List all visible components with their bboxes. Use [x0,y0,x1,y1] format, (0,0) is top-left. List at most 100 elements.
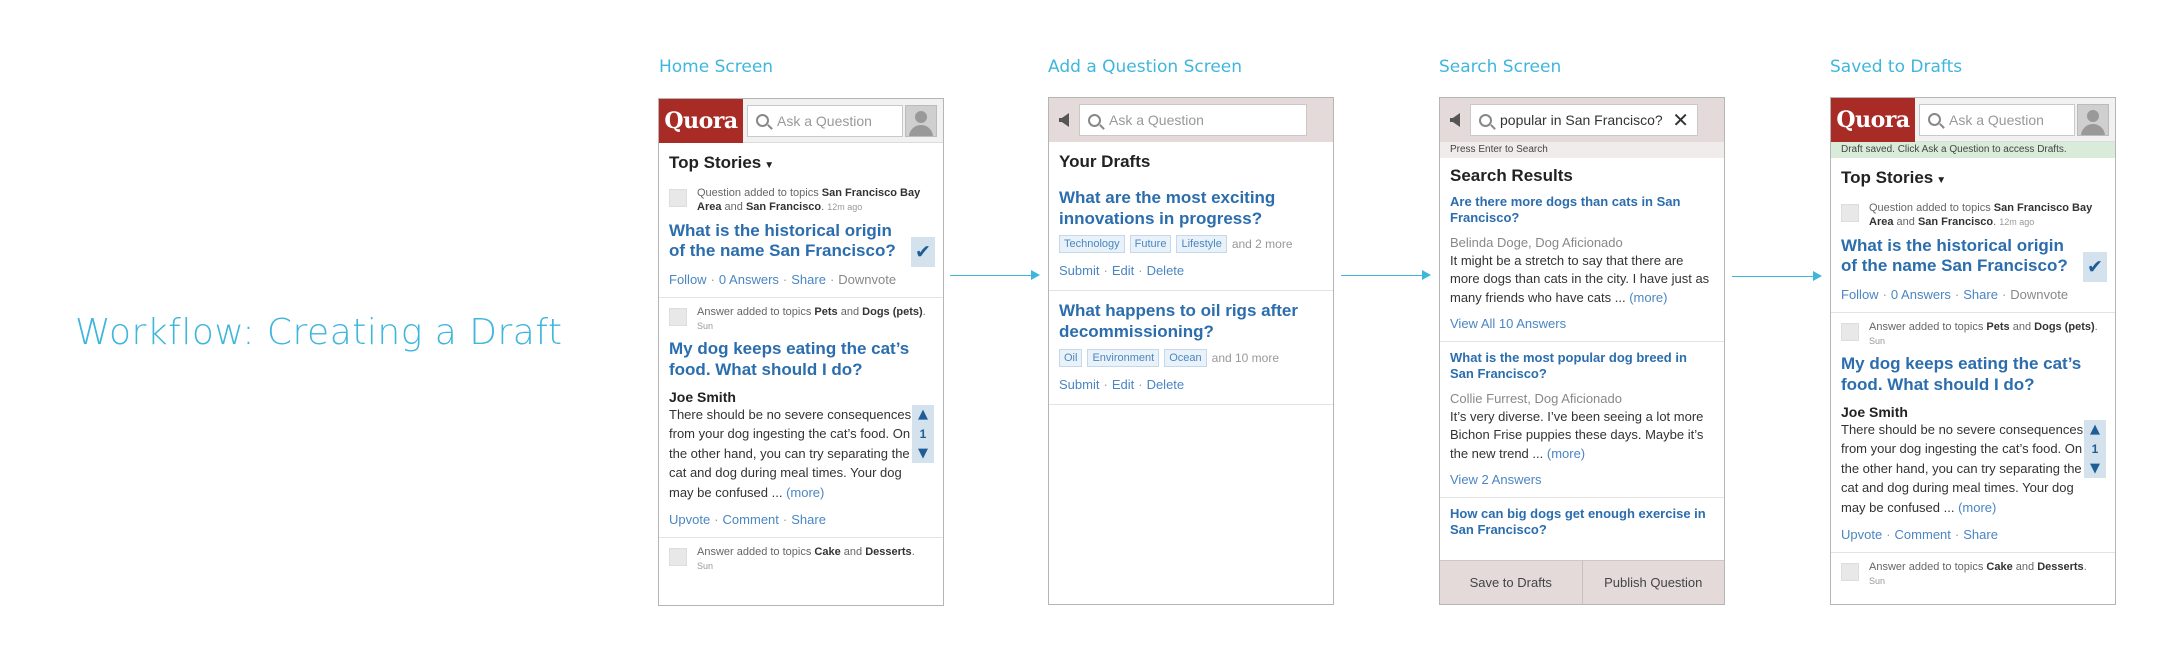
view-answers-link[interactable]: View All 10 Answers [1450,316,1714,331]
flow-arrow-1 [950,270,1040,280]
view-answers-link[interactable]: View 2 Answers [1450,472,1714,487]
search-icon [1479,113,1492,127]
top-bar: popular in San Francisco? ✕ [1440,98,1724,142]
comment-link[interactable]: Comment [723,512,779,527]
quora-logo[interactable]: Quora [1831,98,1915,142]
share-link[interactable]: Share [791,272,826,287]
search-input[interactable]: Ask a Question [1079,104,1307,136]
topic-tag[interactable]: Lifestyle [1176,235,1227,254]
top-bar: Quora Ask a Question [659,99,943,143]
checkmark-icon[interactable]: ✔ [911,237,935,267]
submit-link[interactable]: Submit [1059,377,1099,392]
topic-tag[interactable]: Future [1129,235,1172,254]
vote-count: 1 [2091,441,2099,456]
search-result: What is the most popular dog breed in Sa… [1440,342,1724,499]
top-stories-dropdown[interactable]: Top Stories ▼ [1831,158,2115,194]
label-home-screen: Home Screen [659,57,774,77]
question-title[interactable]: What is the historical origin of the nam… [669,221,933,262]
feed-item: Question added to topics San Francisco B… [1831,194,2115,313]
result-author[interactable]: Belinda Doge, Dog Aficionado [1450,235,1714,250]
draft-tags: Oil Environment Ocean and 10 more [1059,348,1323,367]
delete-link[interactable]: Delete [1147,263,1185,278]
question-actions: Follow · 0 Answers · Share · Downvote [1841,286,2069,302]
feed-item: Answer added to topics Pets and Dogs (pe… [659,298,943,539]
search-input[interactable]: popular in San Francisco? ✕ [1470,104,1698,136]
draft-item: What happens to oil rigs after decommiss… [1049,291,1333,405]
answers-link[interactable]: 0 Answers [719,272,779,287]
downvote-link[interactable]: Downvote [2010,287,2068,302]
topic-tag[interactable]: Ocean [1164,348,1207,367]
upvote-arrow-icon[interactable]: ▲ [918,408,928,421]
saved-to-drafts-screen: Quora Ask a Question Draft saved. Click … [1830,97,2116,605]
save-to-drafts-button[interactable]: Save to Drafts [1440,561,1582,604]
comment-link[interactable]: Comment [1895,527,1951,542]
result-author[interactable]: Collie Furrest, Dog Aficionado [1450,391,1714,406]
search-input[interactable]: Ask a Question [747,104,903,137]
topic-tag[interactable]: Environment [1087,348,1160,367]
more-tags[interactable]: and 10 more [1212,351,1279,365]
top-bar: Ask a Question [1049,98,1333,142]
result-text: It might be a stretch to say that there … [1450,252,1710,306]
more-tags[interactable]: and 2 more [1232,237,1293,251]
draft-title[interactable]: What are the most exciting innovations i… [1059,188,1323,229]
avatar[interactable] [905,105,937,137]
feed-meta: Answer added to topics Cake and Desserts… [1841,561,2105,589]
feed-meta-text: Answer added to topics Pets and Dogs (pe… [1869,320,2098,346]
feed-meta: Question added to topics San Francisco B… [1841,202,2105,230]
clear-icon[interactable]: ✕ [1672,108,1689,132]
caret-down-icon: ▼ [1936,175,1947,186]
topic-thumbnail [669,189,687,207]
answer-author[interactable]: Joe Smith [669,389,933,405]
more-link[interactable]: (more) [1958,500,1996,515]
publish-question-button[interactable]: Publish Question [1581,561,1725,604]
more-link[interactable]: (more) [1547,446,1585,461]
quora-logo[interactable]: Quora [659,99,743,143]
feed-meta: Question added to topics San Francisco B… [669,187,933,215]
result-text: It’s very diverse. I’ve been seeing a lo… [1450,408,1704,462]
result-title[interactable]: How can big dogs get enough exercise in … [1450,506,1714,539]
topic-thumbnail [669,307,687,326]
search-query: popular in San Francisco? [1500,112,1663,128]
answers-link[interactable]: 0 Answers [1891,287,1951,302]
topic-tag[interactable]: Oil [1059,348,1083,367]
downvote-link[interactable]: Downvote [838,272,896,287]
feed-meta: Answer added to topics Pets and Dogs (pe… [1841,321,2105,349]
draft-actions: Submit · Edit · Delete [1059,376,1185,392]
downvote-arrow-icon[interactable]: ▼ [2090,462,2100,475]
result-title[interactable]: What is the most popular dog breed in Sa… [1450,350,1714,383]
edit-link[interactable]: Edit [1112,377,1134,392]
follow-link[interactable]: Follow [669,272,707,287]
delete-link[interactable]: Delete [1147,377,1185,392]
upvote-arrow-icon[interactable]: ▲ [2090,423,2100,436]
feed-item: Answer added to topics Pets and Dogs (pe… [1831,313,2115,554]
more-link[interactable]: (more) [786,485,824,500]
question-title[interactable]: What is the historical origin of the nam… [1841,236,2105,277]
back-arrow-icon[interactable] [1450,113,1460,127]
search-input[interactable]: Ask a Question [1919,103,2075,136]
avatar[interactable] [2077,104,2109,136]
back-arrow-icon[interactable] [1059,113,1069,127]
submit-link[interactable]: Submit [1059,263,1099,278]
upvote-link[interactable]: Upvote [669,512,710,527]
question-title[interactable]: My dog keeps eating the cat’s food. What… [669,339,933,380]
upvote-link[interactable]: Upvote [1841,527,1882,542]
downvote-arrow-icon[interactable]: ▼ [918,447,928,460]
more-link[interactable]: (more) [1629,290,1667,305]
draft-title[interactable]: What happens to oil rigs after decommiss… [1059,301,1323,342]
bottom-action-bar: Save to Drafts Publish Question [1440,560,1724,604]
follow-link[interactable]: Follow [1841,287,1879,302]
question-title[interactable]: My dog keeps eating the cat’s food. What… [1841,354,2105,395]
edit-link[interactable]: Edit [1112,263,1134,278]
label-add-question-screen: Add a Question Screen [1048,57,1243,77]
top-stories-label: Top Stories [669,153,762,172]
checkmark-icon[interactable]: ✔ [2083,252,2107,282]
answer-actions: Upvote · Comment · Share [1841,527,1998,543]
share-link[interactable]: Share [791,512,826,527]
top-stories-dropdown[interactable]: Top Stories ▼ [659,143,943,179]
share-link[interactable]: Share [1963,527,1998,542]
vote-widget: ▲ 1 ▼ [2084,419,2106,478]
share-link[interactable]: Share [1963,287,1998,302]
result-title[interactable]: Are there more dogs than cats in San Fra… [1450,194,1714,227]
answer-author[interactable]: Joe Smith [1841,404,2105,420]
topic-tag[interactable]: Technology [1059,235,1125,254]
